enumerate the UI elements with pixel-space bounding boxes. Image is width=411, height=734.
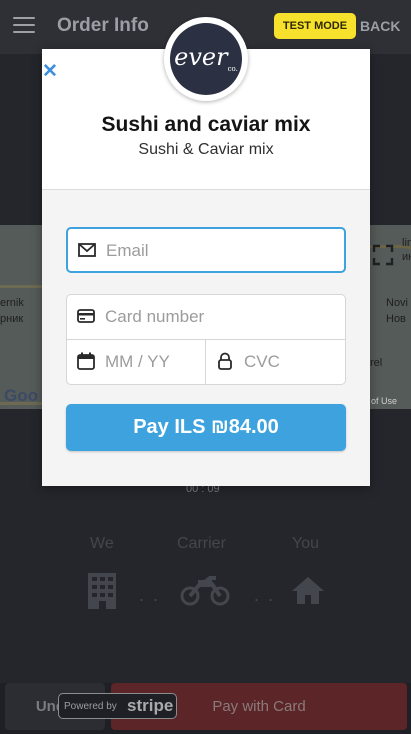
lock-icon <box>218 352 232 370</box>
google-logo: Goo <box>4 386 38 405</box>
map-label: ин <box>402 251 411 263</box>
email-field[interactable]: Email <box>66 227 346 273</box>
modal-subtitle: Sushi & Caviar mix <box>138 141 274 158</box>
expiry-placeholder: MM / YY <box>105 352 170 371</box>
checkout-modal: ✕ Sushi and caviar mix Sushi & Caviar mi… <box>42 17 370 486</box>
map-label: рник <box>0 313 24 325</box>
you-label: You <box>292 535 319 552</box>
stripe-logo: stripe <box>127 696 174 715</box>
powered-by-stripe-badge[interactable]: Powered by stripe <box>58 693 177 719</box>
modal-title: Sushi and caviar mix <box>101 113 311 136</box>
building-icon <box>88 573 116 609</box>
fullscreen-icon[interactable] <box>372 244 394 266</box>
cvc-placeholder: CVC <box>244 352 280 371</box>
motorcycle-icon <box>180 576 230 606</box>
expiry-field[interactable]: MM / YY <box>67 340 206 384</box>
powered-by-label: Powered by <box>64 701 117 712</box>
menu-icon[interactable] <box>13 17 35 35</box>
page-title: Order Info <box>57 15 149 36</box>
we-label: We <box>90 535 114 552</box>
email-placeholder: Email <box>106 241 149 260</box>
map-label: Нов <box>386 313 406 325</box>
map-label: lin <box>402 237 411 249</box>
home-icon <box>292 577 324 604</box>
card-details-group: Card number MM / YY CVC <box>66 294 346 385</box>
card-icon <box>77 309 95 323</box>
cvc-field[interactable]: CVC <box>206 340 345 384</box>
card-number-placeholder: Card number <box>105 307 205 326</box>
map-label: Novi <box>386 297 409 309</box>
card-number-field[interactable]: Card number <box>67 295 345 340</box>
merchant-logo: everco. <box>164 17 248 101</box>
test-mode-badge: TEST MODE <box>274 13 356 39</box>
progress-dots: . . <box>139 585 161 605</box>
carrier-label: Carrier <box>177 535 226 552</box>
logo-mark: everco. <box>170 23 242 95</box>
progress-dots: . . <box>254 585 276 605</box>
map-label: ernik <box>0 297 24 309</box>
calendar-icon <box>77 352 95 370</box>
close-icon[interactable]: ✕ <box>42 62 58 81</box>
map-label: rel <box>370 357 383 369</box>
mail-icon <box>78 243 96 257</box>
pay-button[interactable]: Pay ILS ₪84.00 <box>66 404 346 451</box>
back-button[interactable]: BACK <box>360 18 400 34</box>
